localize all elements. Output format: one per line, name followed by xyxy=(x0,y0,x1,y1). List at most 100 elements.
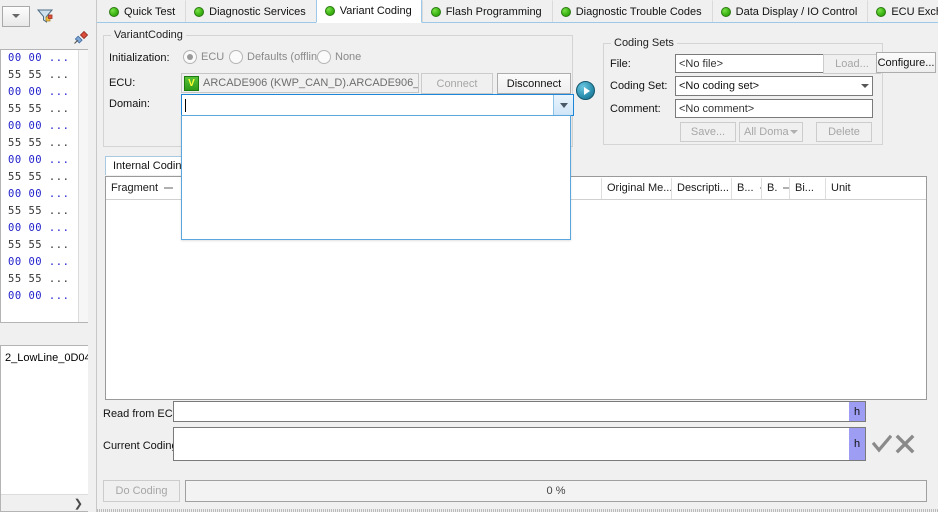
column-label: Unit xyxy=(831,182,851,194)
load-button[interactable]: Load... xyxy=(823,54,881,74)
hex-row: 00 00 ... xyxy=(8,86,70,98)
ecu-label: ECU: xyxy=(109,77,136,89)
list-item[interactable]: 2_LowLine_0D04 xyxy=(1,346,88,494)
progress-label: 0 % xyxy=(546,485,566,497)
apply-arrow-button[interactable] xyxy=(576,81,595,100)
tab-label: ECU Exchange xyxy=(891,5,938,18)
tab-diagnostic-trouble-codes[interactable]: Diagnostic Trouble Codes xyxy=(551,0,712,22)
radio-initialization-defaults-offline[interactable]: Defaults (offline) xyxy=(229,50,327,64)
column-header-unit[interactable]: Unit xyxy=(826,178,862,199)
tab-diagnostic-services[interactable]: Diagnostic Services xyxy=(185,0,316,22)
chevron-down-icon xyxy=(12,14,20,18)
comment-field[interactable]: <No comment> xyxy=(675,99,873,118)
column-header-b2[interactable]: B. xyxy=(762,177,790,199)
hex-row: 55 55 ... xyxy=(8,205,70,217)
radio-bullet-icon xyxy=(183,50,197,64)
radio-label: None xyxy=(335,51,362,63)
progress-bar: 0 % xyxy=(185,480,927,502)
initialization-label: Initialization: xyxy=(109,52,170,64)
hex-row: 00 00 ... xyxy=(8,188,70,200)
current-coding-field[interactable] xyxy=(173,427,857,461)
hex-row: 00 00 ... xyxy=(8,52,70,64)
file-label: File: xyxy=(610,58,631,70)
variant-coding-content: VariantCoding Initialization: ECU Defaul… xyxy=(97,23,938,512)
left-sidebar: 00 00 ... 55 55 ... 00 00 ... 55 55 ... … xyxy=(0,0,97,512)
domain-scope-button[interactable]: All Doma xyxy=(739,122,803,142)
current-coding-hex-suffix: h xyxy=(849,427,866,461)
coding-set-file-value: <No file> xyxy=(679,57,724,70)
funnel-filter-icon[interactable] xyxy=(36,7,54,25)
status-dot-icon xyxy=(109,6,119,17)
sidebar-toolbar xyxy=(0,0,96,29)
tab-label: Quick Test xyxy=(124,5,176,18)
sidebar-item-list[interactable]: 2_LowLine_0D04 ❯ xyxy=(0,345,88,512)
delete-button-label: Delete xyxy=(828,126,860,138)
disconnect-button[interactable]: Disconnect xyxy=(497,73,571,94)
column-label: Fragment xyxy=(111,182,159,194)
chevron-down-icon xyxy=(861,84,869,88)
column-resize-grip[interactable] xyxy=(164,187,174,189)
read-from-ecu-label: Read from ECU: xyxy=(103,408,184,420)
tab-label: Diagnostic Trouble Codes xyxy=(575,5,702,18)
configure-button[interactable]: Configure... xyxy=(876,52,936,73)
sidebar-dropdown-button[interactable] xyxy=(2,5,30,27)
save-button-label: Save... xyxy=(690,126,726,138)
variant-coding-group-title: VariantCoding xyxy=(111,29,186,41)
chevron-down-icon xyxy=(559,102,568,108)
column-header-description[interactable]: Descripti... xyxy=(672,177,732,199)
comment-label: Comment: xyxy=(610,103,661,115)
radio-initialization-ecu[interactable]: ECU xyxy=(183,50,224,64)
tab-quick-test[interactable]: Quick Test xyxy=(100,0,186,22)
domain-input[interactable] xyxy=(181,94,574,116)
coding-set-label: Coding Set: xyxy=(610,80,668,92)
sidebar-pin-row xyxy=(0,29,96,49)
status-dot-icon xyxy=(194,6,205,17)
delete-button[interactable]: Delete xyxy=(816,122,872,142)
radio-label: ECU xyxy=(201,51,225,63)
column-label: Original Me... xyxy=(607,182,672,194)
hex-row: 00 00 ... xyxy=(8,154,70,166)
hex-row: 00 00 ... xyxy=(8,222,70,234)
tab-variant-coding[interactable]: Variant Coding xyxy=(315,0,422,23)
column-header-b1[interactable]: B... xyxy=(732,177,762,199)
hex-row: 00 00 ... xyxy=(8,290,70,302)
column-header-bit[interactable]: Bi... xyxy=(790,177,826,199)
checkmark-icon[interactable] xyxy=(871,434,893,457)
ecu-select[interactable]: V ARCADE906 (KWP_CAN_D).ARCADE906_Q2_ ˅ xyxy=(181,73,419,93)
connect-button[interactable]: Connect xyxy=(421,73,493,94)
sidebar-gap xyxy=(0,323,96,345)
radio-bullet-icon xyxy=(317,50,331,64)
pushpin-icon[interactable] xyxy=(73,30,89,48)
chevron-right-icon[interactable]: ❯ xyxy=(74,497,83,510)
coding-sets-group-title: Coding Sets xyxy=(611,37,677,49)
tab-data-display-io-control[interactable]: Data Display / IO Control xyxy=(711,0,868,22)
column-resize-grip[interactable] xyxy=(783,187,789,189)
configure-button-label: Configure... xyxy=(877,56,935,69)
column-header-fragment[interactable]: Fragment xyxy=(106,177,184,199)
application-window: 00 00 ... 55 55 ... 00 00 ... 55 55 ... … xyxy=(0,0,938,512)
read-from-ecu-field[interactable] xyxy=(173,401,857,422)
cross-icon[interactable] xyxy=(895,434,915,457)
hex-data-panel[interactable]: 00 00 ... 55 55 ... 00 00 ... 55 55 ... … xyxy=(0,49,88,323)
tab-ecu-exchange[interactable]: ECU Exchange xyxy=(867,0,938,22)
sidebar-horizontal-scrollbar[interactable]: ❯ xyxy=(1,494,88,511)
do-coding-button[interactable]: Do Coding xyxy=(103,480,180,502)
tab-flash-programming[interactable]: Flash Programming xyxy=(421,0,552,22)
column-header-original-meaning[interactable]: Original Me... xyxy=(602,177,672,199)
coding-set-select[interactable]: <No coding set> xyxy=(675,76,873,96)
hex-row: 55 55 ... xyxy=(8,103,70,115)
coding-set-file-field[interactable]: <No file> xyxy=(675,54,826,73)
save-button[interactable]: Save... xyxy=(680,122,736,142)
hex-row: 55 55 ... xyxy=(8,69,70,81)
hex-suffix-label: h xyxy=(853,405,861,418)
domain-dropdown-toggle[interactable] xyxy=(553,95,573,115)
current-coding-label: Current Coding: xyxy=(103,440,181,452)
domain-dropdown-list[interactable] xyxy=(181,115,571,240)
chevron-down-icon xyxy=(790,130,798,134)
radio-initialization-none[interactable]: None xyxy=(317,50,361,64)
domain-label: Domain: xyxy=(109,98,150,110)
column-label: Descripti... xyxy=(677,182,729,194)
hex-row: 00 00 ... xyxy=(8,256,70,268)
radio-label: Defaults (offline) xyxy=(247,51,327,63)
hex-row: 55 55 ... xyxy=(8,137,70,149)
